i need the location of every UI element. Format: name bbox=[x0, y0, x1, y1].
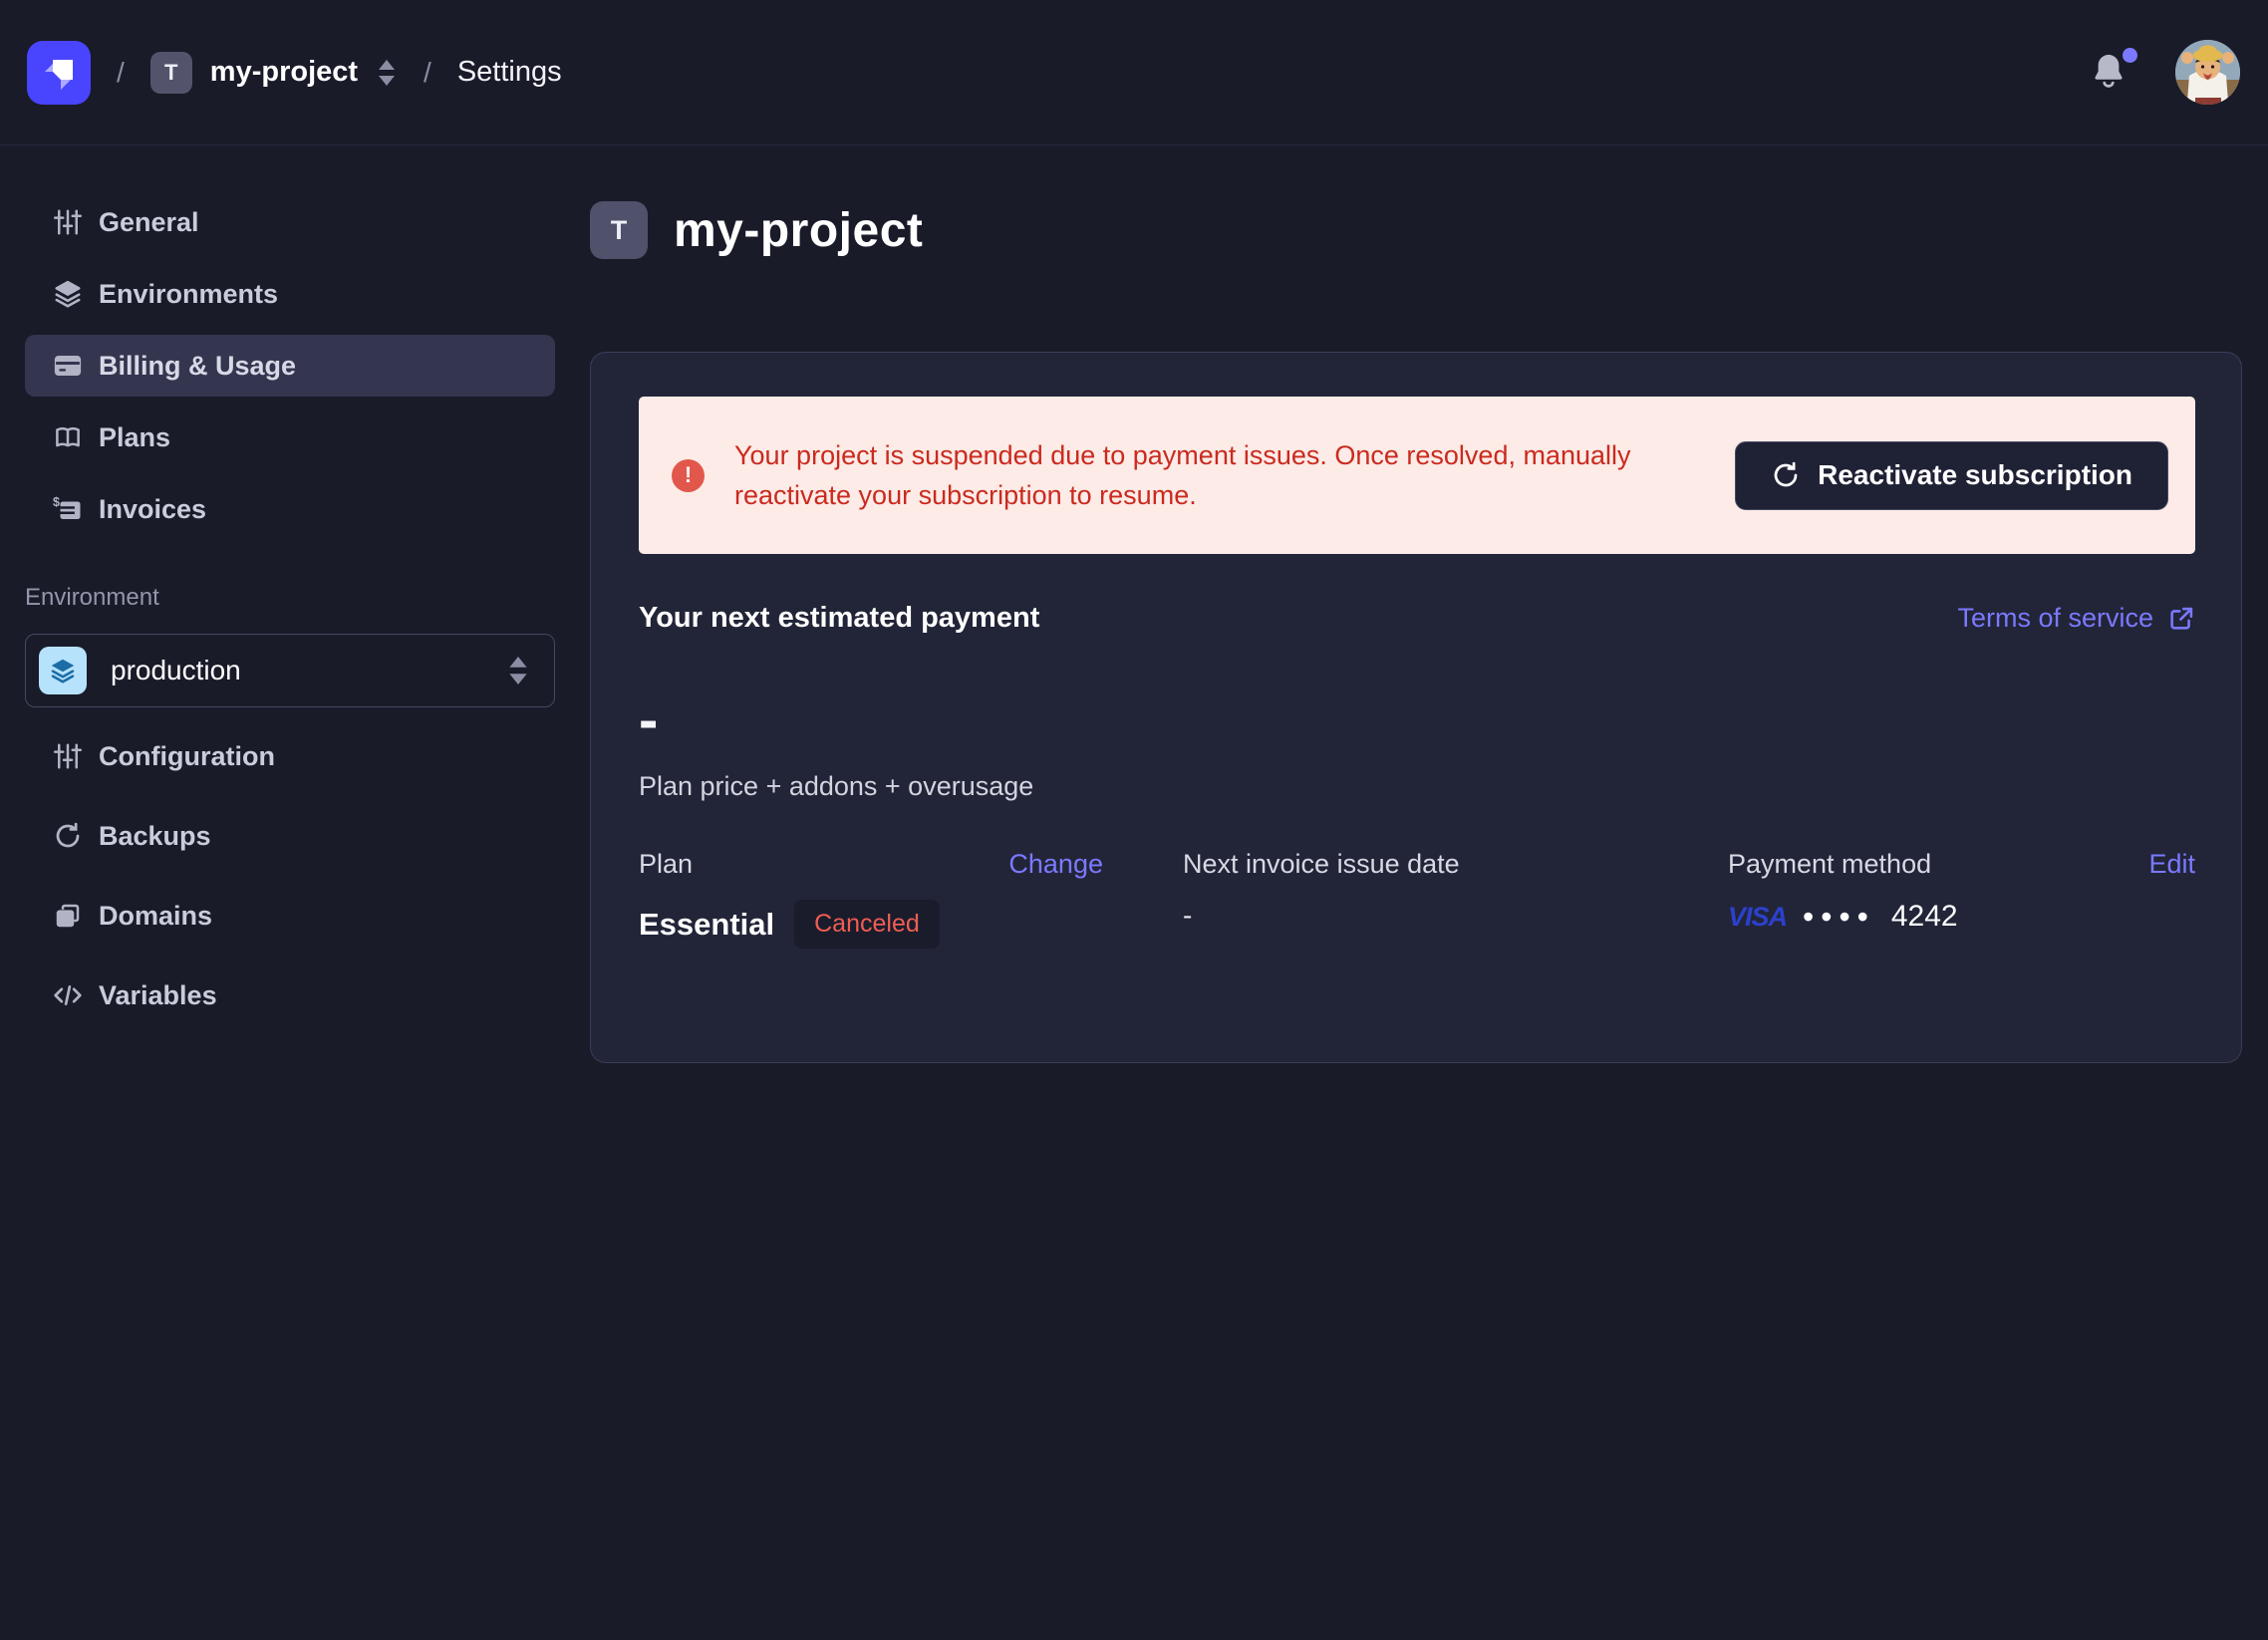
environment-label: Environment bbox=[25, 584, 598, 612]
sidebar-item-plans[interactable]: Plans bbox=[25, 407, 555, 468]
reactivate-subscription-button[interactable]: Reactivate subscription bbox=[1735, 441, 2168, 510]
alert-message: Your project is suspended due to payment… bbox=[734, 435, 1711, 515]
strapi-logo-icon bbox=[27, 41, 91, 105]
sidebar-item-backups[interactable]: Backups bbox=[25, 805, 555, 867]
sidebar-item-label: Domains bbox=[99, 901, 212, 932]
estimated-amount: - bbox=[639, 691, 658, 749]
sidebar-item-label: Plans bbox=[99, 422, 170, 453]
credit-card-icon bbox=[52, 350, 84, 382]
card-last4: 4242 bbox=[1891, 900, 1958, 934]
next-invoice-column: Next invoice issue date - bbox=[1183, 849, 1648, 949]
edit-payment-link[interactable]: Edit bbox=[2148, 849, 2195, 880]
billing-card: ! Your project is suspended due to payme… bbox=[590, 352, 2242, 1063]
next-invoice-value: - bbox=[1183, 900, 1192, 932]
sidebar-item-label: Environments bbox=[99, 279, 278, 310]
project-nav: General Environments bbox=[25, 191, 598, 540]
sidebar: General Environments bbox=[0, 145, 598, 1044]
breadcrumb-current-page: Settings bbox=[457, 56, 562, 89]
billing-details-row: Plan Change Essential Canceled Next invo… bbox=[639, 849, 2195, 949]
sliders-icon bbox=[52, 206, 84, 238]
sidebar-item-billing-usage[interactable]: Billing & Usage bbox=[25, 335, 555, 397]
sidebar-item-domains[interactable]: Domains bbox=[25, 885, 555, 947]
sidebar-item-invoices[interactable]: $ Invoices bbox=[25, 478, 555, 540]
billing-settings-page: / T my-project / Settings bbox=[0, 0, 2268, 1640]
header-actions bbox=[2090, 40, 2240, 105]
terms-of-service-link[interactable]: Terms of service bbox=[1957, 603, 2195, 634]
notifications-button[interactable] bbox=[2090, 51, 2133, 95]
code-icon bbox=[52, 979, 84, 1011]
environment-nav: Configuration Backups Do bbox=[25, 725, 598, 1026]
chevron-sort-icon bbox=[376, 60, 398, 86]
page-title: my-project bbox=[674, 203, 923, 258]
sidebar-item-label: Configuration bbox=[99, 741, 275, 772]
stacked-cards-icon bbox=[52, 900, 84, 932]
change-plan-link[interactable]: Change bbox=[1008, 849, 1103, 880]
project-initial-badge: T bbox=[590, 201, 648, 259]
user-avatar[interactable] bbox=[2175, 40, 2240, 105]
project-initial-badge: T bbox=[150, 52, 192, 94]
visa-logo: VISA bbox=[1728, 902, 1787, 933]
alert-exclamation-icon: ! bbox=[672, 459, 705, 492]
payment-method-column: Payment method Edit VISA •••• 4242 bbox=[1728, 849, 2195, 949]
invoice-icon: $ bbox=[52, 493, 84, 525]
refresh-icon bbox=[1771, 460, 1801, 490]
payment-method-label: Payment method bbox=[1728, 849, 1931, 880]
sidebar-item-general[interactable]: General bbox=[25, 191, 555, 253]
plan-name: Essential bbox=[639, 907, 774, 943]
next-payment-heading: Your next estimated payment bbox=[639, 602, 1039, 635]
sidebar-item-label: Invoices bbox=[99, 494, 206, 525]
notification-dot bbox=[2123, 48, 2137, 63]
avatar-image bbox=[2175, 40, 2240, 105]
billing-card-header: Your next estimated payment Terms of ser… bbox=[639, 602, 2195, 635]
breadcrumb-project-name: my-project bbox=[210, 56, 358, 89]
breadcrumb-separator: / bbox=[117, 57, 125, 89]
sliders-icon bbox=[52, 740, 84, 772]
environment-selected-value: production bbox=[111, 655, 241, 686]
plan-status-badge: Canceled bbox=[794, 900, 940, 949]
sidebar-item-variables[interactable]: Variables bbox=[25, 964, 555, 1026]
suspension-alert: ! Your project is suspended due to payme… bbox=[639, 397, 2195, 554]
sidebar-item-label: Billing & Usage bbox=[99, 351, 296, 382]
environment-select[interactable]: production bbox=[25, 634, 555, 707]
sidebar-item-label: Backups bbox=[99, 821, 211, 852]
terms-of-service-label: Terms of service bbox=[1957, 603, 2153, 634]
sidebar-item-configuration[interactable]: Configuration bbox=[25, 725, 555, 787]
layers-icon bbox=[52, 278, 84, 310]
chevron-sort-icon bbox=[506, 657, 530, 684]
next-invoice-label: Next invoice issue date bbox=[1183, 849, 1460, 880]
strapi-cloud-logo[interactable] bbox=[27, 41, 91, 105]
sidebar-item-label: Variables bbox=[99, 980, 217, 1011]
top-bar: / T my-project / Settings bbox=[0, 0, 2268, 145]
plan-label: Plan bbox=[639, 849, 693, 880]
card-number-mask: •••• bbox=[1803, 907, 1875, 927]
breadcrumb-separator: / bbox=[424, 57, 431, 89]
map-icon bbox=[52, 421, 84, 453]
reactivate-subscription-label: Reactivate subscription bbox=[1818, 459, 2132, 491]
amount-formula: Plan price + addons + overusage bbox=[639, 771, 1033, 802]
project-switcher[interactable]: T my-project bbox=[150, 52, 398, 94]
external-link-icon bbox=[2167, 605, 2195, 633]
sidebar-item-environments[interactable]: Environments bbox=[25, 263, 555, 325]
sidebar-item-label: General bbox=[99, 207, 199, 238]
environment-layers-icon bbox=[39, 647, 87, 694]
plan-column: Plan Change Essential Canceled bbox=[639, 849, 1103, 949]
refresh-icon bbox=[52, 820, 84, 852]
project-title-row: T my-project bbox=[590, 201, 923, 259]
